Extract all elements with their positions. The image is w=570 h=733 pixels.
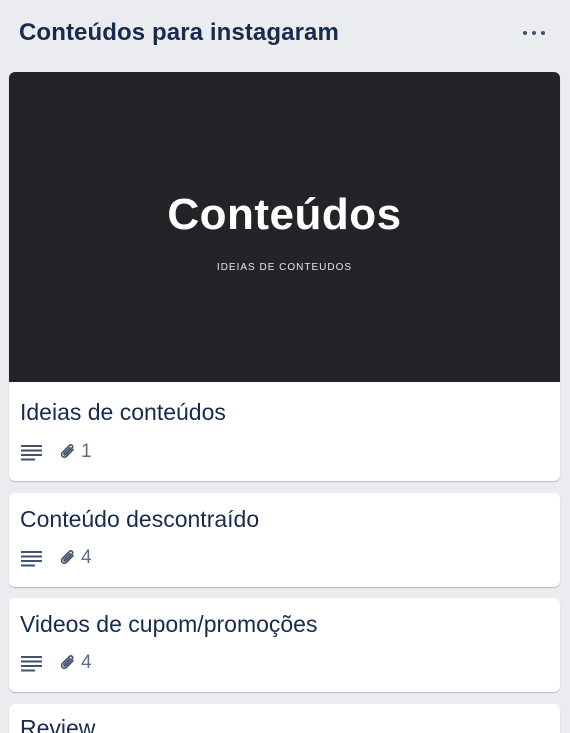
attachment-count: 1 [81, 441, 92, 462]
description-lines-icon [21, 656, 42, 672]
card-review[interactable]: Review [9, 704, 560, 733]
list-menu-button[interactable] [512, 18, 556, 48]
list-column: Conteúdos para instagaram Conteúdos IDEI… [0, 0, 570, 733]
card-videos-de-cupom-promocoes[interactable]: Videos de cupom/promoções 4 [9, 598, 560, 692]
card-badges: 4 [21, 547, 92, 569]
attachment-count: 4 [81, 652, 92, 673]
card-badges: 4 [21, 652, 92, 674]
cover-title: Conteúdos [167, 190, 402, 239]
paperclip-icon [60, 655, 74, 670]
paperclip-icon [60, 550, 74, 565]
cover-subtitle: IDEIAS DE CONTEUDOS [216, 262, 353, 273]
description-lines-icon [21, 445, 42, 461]
list-title[interactable]: Conteúdos para instagaram [19, 19, 339, 47]
card-conteudo-descontraido[interactable]: Conteúdo descontraído 4 [9, 493, 560, 587]
card-title: Review [20, 715, 96, 733]
paperclip-icon [60, 444, 74, 459]
description-lines-icon [21, 551, 42, 567]
card-ideias-de-conteudos[interactable]: Conteúdos IDEIAS DE CONTEUDOS Ideias de … [9, 72, 560, 481]
card-badges: 1 [21, 441, 92, 463]
attachment-count: 4 [81, 547, 92, 568]
card-title: Videos de cupom/promoções [20, 611, 318, 637]
card-cover-image: Conteúdos IDEIAS DE CONTEUDOS [9, 72, 560, 382]
card-title: Ideias de conteúdos [20, 399, 226, 425]
card-title: Conteúdo descontraído [20, 506, 260, 532]
more-horizontal-icon-dot [532, 31, 536, 35]
more-horizontal-icon-dot [541, 31, 545, 35]
more-horizontal-icon [523, 31, 527, 35]
list-header: Conteúdos para instagaram [0, 0, 570, 68]
